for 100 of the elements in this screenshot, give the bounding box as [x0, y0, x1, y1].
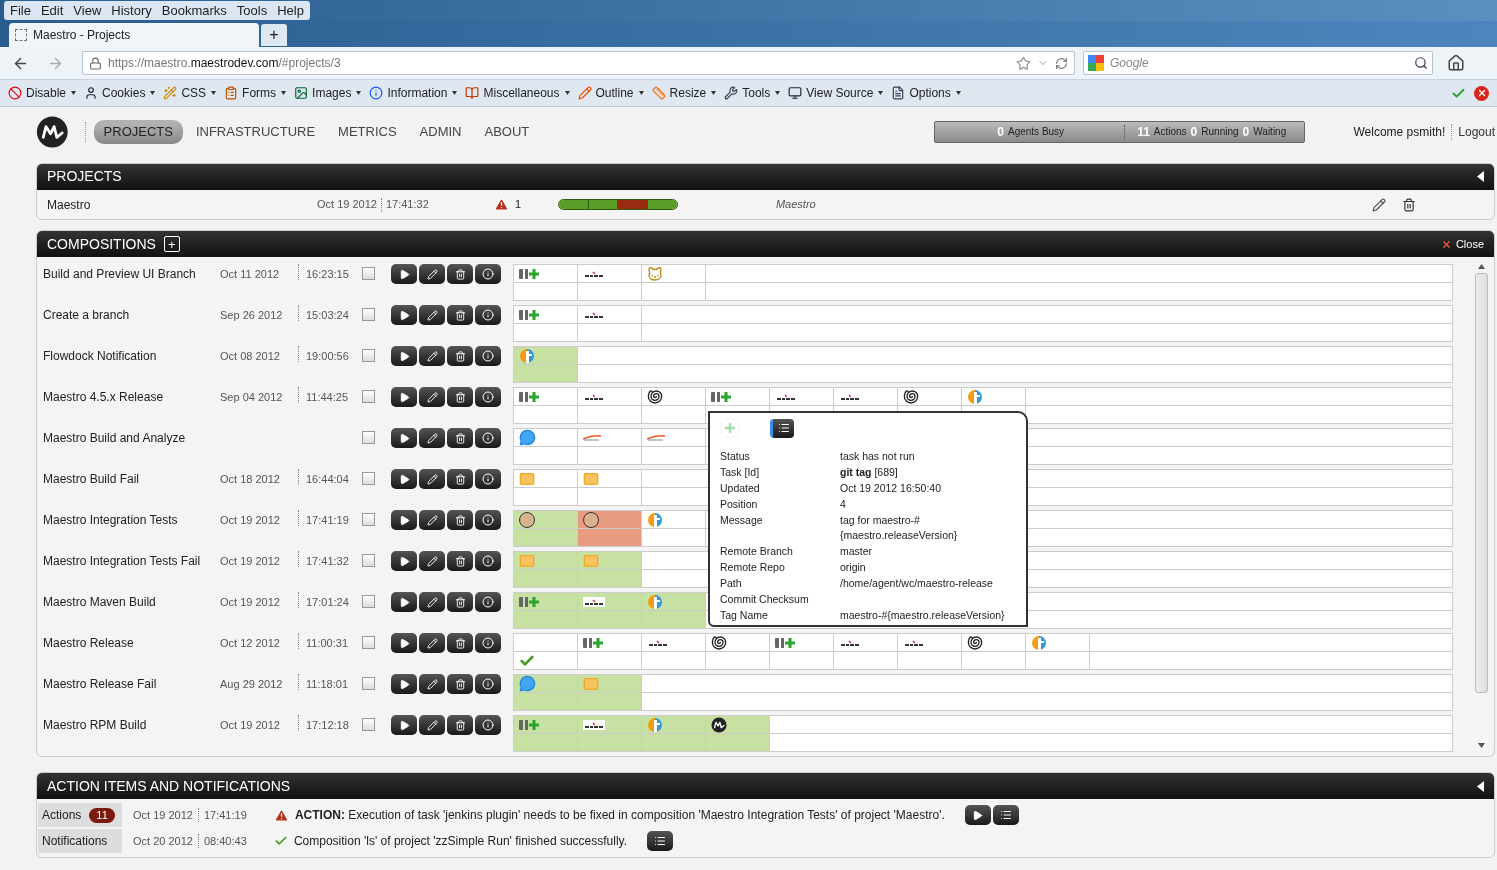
close-icon[interactable]	[1474, 85, 1489, 101]
info-button[interactable]	[475, 592, 501, 613]
checkbox[interactable]	[362, 472, 375, 486]
delete-button[interactable]	[447, 674, 473, 695]
delete-button[interactable]	[447, 305, 473, 326]
details-button[interactable]	[992, 805, 1019, 826]
info-button[interactable]	[475, 264, 501, 285]
checkbox[interactable]	[362, 677, 375, 691]
info-button[interactable]	[475, 387, 501, 408]
nav-tab[interactable]: ADMIN	[409, 119, 472, 144]
task-cell[interactable]	[514, 306, 578, 342]
task-cell[interactable]	[642, 593, 706, 629]
toolbar-menu[interactable]: Outline	[577, 84, 644, 102]
info-button[interactable]	[475, 674, 501, 695]
toolbar-menu[interactable]: View Source	[788, 84, 884, 102]
task-cell[interactable]	[642, 388, 706, 424]
task-cell[interactable]	[578, 634, 642, 670]
run-button[interactable]	[391, 633, 417, 654]
run-button[interactable]	[391, 469, 417, 490]
task-cell[interactable]	[1026, 634, 1090, 670]
task-cell[interactable]	[706, 716, 770, 752]
run-button[interactable]	[391, 346, 417, 367]
info-button[interactable]	[475, 510, 501, 531]
task-cell[interactable]	[514, 593, 578, 629]
task-cell[interactable]	[642, 265, 706, 301]
composition-name[interactable]: Maestro RPM Build	[37, 715, 220, 735]
add-button[interactable]: +	[163, 236, 180, 253]
toolbar-menu[interactable]: Cookies	[84, 84, 156, 102]
menu-item[interactable]: Edit	[40, 0, 64, 21]
star-icon[interactable]	[1016, 55, 1031, 71]
logout-link[interactable]: Logout	[1458, 122, 1495, 141]
composition-name[interactable]: Maestro Build Fail	[37, 469, 220, 489]
composition-name[interactable]: Flowdock Notification	[37, 346, 220, 366]
toolbar-menu[interactable]: Images	[294, 84, 362, 102]
task-cell[interactable]	[514, 470, 578, 506]
task-cell[interactable]	[578, 675, 642, 711]
edit-button[interactable]	[419, 674, 445, 695]
run-button[interactable]	[391, 387, 417, 408]
side-tab[interactable]: Notifications	[38, 829, 122, 854]
task-cell[interactable]	[578, 470, 642, 506]
search-input[interactable]: Google	[1110, 54, 1408, 72]
scroll-down-icon[interactable]	[1477, 743, 1485, 749]
run-button[interactable]	[391, 715, 417, 736]
menu-item[interactable]: View	[73, 0, 102, 21]
run-button[interactable]	[391, 305, 417, 326]
task-cell[interactable]	[578, 716, 642, 752]
task-cell[interactable]	[642, 511, 706, 547]
delete-button[interactable]	[447, 551, 473, 572]
checkbox[interactable]	[362, 308, 375, 322]
menu-item[interactable]: Bookmarks	[161, 0, 227, 21]
task-cell[interactable]	[514, 716, 578, 752]
run-button[interactable]	[391, 428, 417, 449]
composition-name[interactable]: Maestro 4.5.x Release	[37, 387, 220, 407]
task-cell[interactable]	[578, 593, 642, 629]
task-cell[interactable]	[514, 265, 578, 301]
delete-button[interactable]	[447, 387, 473, 408]
composition-name[interactable]: Build and Preview UI Branch	[37, 264, 220, 284]
nav-tab[interactable]: METRICS	[328, 119, 407, 144]
reload-icon[interactable]	[1055, 56, 1068, 70]
menu-item[interactable]: File	[10, 0, 31, 21]
task-cell[interactable]	[898, 634, 962, 670]
checkbox[interactable]	[362, 513, 375, 527]
task-cell[interactable]	[642, 634, 706, 670]
composition-name[interactable]: Maestro Integration Tests	[37, 510, 220, 530]
task-cell[interactable]	[578, 388, 642, 424]
task-cell[interactable]	[514, 347, 578, 383]
task-cell[interactable]	[514, 429, 578, 465]
edit-button[interactable]	[419, 592, 445, 613]
toolbar-menu[interactable]: Information	[369, 84, 458, 102]
edit-button[interactable]	[419, 387, 445, 408]
checkbox[interactable]	[362, 390, 375, 404]
edit-button[interactable]	[419, 551, 445, 572]
task-cell[interactable]	[770, 634, 834, 670]
search-field[interactable]: Google	[1083, 51, 1433, 75]
task-cell[interactable]	[514, 634, 578, 670]
delete-button[interactable]	[447, 633, 473, 654]
toolbar-menu[interactable]: Tools	[724, 84, 781, 102]
side-tab[interactable]: Actions 11	[38, 803, 122, 828]
composition-name[interactable]: Maestro Integration Tests Fail	[37, 551, 220, 571]
checkbox[interactable]	[362, 636, 375, 650]
delete-button[interactable]	[447, 428, 473, 449]
toolbar-menu[interactable]: Forms	[224, 84, 287, 102]
checkbox[interactable]	[362, 554, 375, 568]
toolbar-menu[interactable]: Miscellaneous	[465, 84, 570, 102]
checkbox[interactable]	[362, 595, 375, 609]
checkbox[interactable]	[362, 431, 375, 445]
nav-tab[interactable]: INFRASTRUCTURE	[185, 119, 326, 144]
info-button[interactable]	[475, 428, 501, 449]
edit-button[interactable]	[419, 264, 445, 285]
scrollbar[interactable]	[1473, 264, 1489, 749]
edit-button[interactable]	[419, 633, 445, 654]
composition-name[interactable]: Maestro Build and Analyze	[37, 428, 220, 448]
trash-icon[interactable]	[1402, 197, 1416, 212]
delete-button[interactable]	[447, 469, 473, 490]
task-cell[interactable]	[578, 306, 642, 342]
checkbox[interactable]	[362, 349, 375, 363]
delete-button[interactable]	[447, 264, 473, 285]
task-cell[interactable]	[706, 634, 770, 670]
edit-button[interactable]	[419, 346, 445, 367]
task-cell[interactable]	[578, 552, 642, 588]
